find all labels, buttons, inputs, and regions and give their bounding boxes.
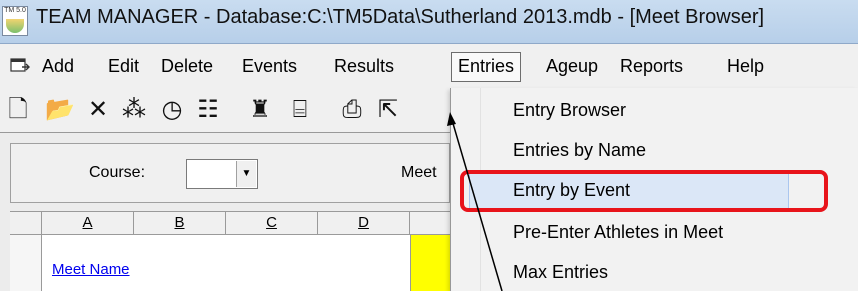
- menu-results[interactable]: Results: [328, 52, 400, 82]
- menu-ageup[interactable]: Ageup: [540, 52, 604, 82]
- row-header-corner: [10, 212, 42, 234]
- open-folder-icon[interactable]: 📂: [44, 94, 76, 126]
- grid-header: A B C D: [10, 211, 450, 235]
- highlighted-column-cell: [410, 235, 450, 291]
- menu-item-entry-browser[interactable]: Entry Browser: [495, 90, 845, 130]
- menu-events[interactable]: Events: [236, 52, 303, 82]
- system-menu-icon[interactable]: [10, 58, 30, 74]
- menu-help[interactable]: Help: [721, 52, 770, 82]
- print-icon[interactable]: ⎙: [336, 94, 368, 126]
- list-icon[interactable]: ☷: [192, 94, 224, 126]
- column-header-d[interactable]: D: [318, 212, 410, 234]
- menu-delete[interactable]: Delete: [155, 52, 219, 82]
- menu-item-pre-enter-athletes[interactable]: Pre-Enter Athletes in Meet: [495, 212, 845, 252]
- toolbar: 🗋 📂 ✕ ⁂ ◷ ☷ ♜ ⌸ ⎙ ⇱: [0, 88, 450, 132]
- new-document-icon[interactable]: 🗋: [2, 94, 34, 126]
- window-title: TEAM MANAGER - Database:C:\TM5Data\Suthe…: [36, 6, 765, 28]
- chevron-down-icon[interactable]: ▼: [236, 161, 256, 187]
- row-gutter: [10, 235, 42, 291]
- filter-panel: Course: ▼ Meet: [10, 143, 450, 203]
- app-icon-swoosh: [6, 19, 24, 33]
- team-icon[interactable]: ⁂: [118, 94, 150, 126]
- meet-name-link[interactable]: Meet Name: [52, 261, 130, 278]
- menu-bar: Add Edit Delete Events Results Entries A…: [0, 44, 858, 88]
- column-header-b[interactable]: B: [134, 212, 226, 234]
- clock-icon[interactable]: ◷: [156, 94, 188, 126]
- meet-label: Meet: [401, 164, 437, 181]
- menu-item-entries-by-name[interactable]: Entries by Name: [495, 130, 845, 170]
- title-bar: TM 5.0 TEAM MANAGER - Database:C:\TM5Dat…: [0, 0, 858, 44]
- menu-edit[interactable]: Edit: [102, 52, 145, 82]
- meet-grid: Meet Name: [10, 235, 450, 291]
- app-icon-text: TM 5.0: [4, 7, 26, 14]
- menu-add[interactable]: Add: [36, 52, 80, 82]
- column-header-a[interactable]: A: [42, 212, 134, 234]
- course-label: Course:: [89, 164, 146, 181]
- calendar-icon[interactable]: ⌸: [284, 94, 316, 126]
- athlete-icon[interactable]: ♜: [244, 94, 276, 126]
- annotation-highlight-box: [460, 170, 828, 212]
- app-icon: TM 5.0: [2, 6, 28, 36]
- menu-item-max-entries[interactable]: Max Entries: [495, 252, 845, 291]
- column-header-c[interactable]: C: [226, 212, 318, 234]
- meet-browser-content: Course: ▼ Meet A B C D Meet Name: [0, 132, 450, 291]
- delete-x-icon[interactable]: ✕: [82, 94, 114, 126]
- export-icon[interactable]: ⇱: [372, 94, 404, 126]
- course-dropdown[interactable]: ▼: [186, 159, 258, 189]
- menu-reports[interactable]: Reports: [614, 52, 689, 82]
- menu-entries[interactable]: Entries: [451, 52, 522, 82]
